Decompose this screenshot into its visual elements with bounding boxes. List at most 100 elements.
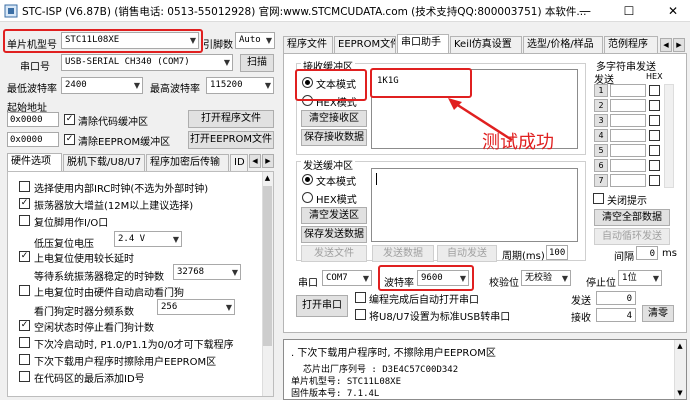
tab-serial-assistant[interactable]: 串口助手	[397, 34, 449, 54]
open-port-button[interactable]: 打开串口	[296, 295, 348, 317]
tab-program-file[interactable]: 程序文件	[283, 36, 333, 54]
reset-voltage-select[interactable]: 2.4 V ▼	[114, 231, 182, 247]
clear-send-button[interactable]: 清空发送区	[301, 207, 367, 224]
multi-send-row-hex-checkbox[interactable]	[649, 160, 660, 171]
multi-send-row-button[interactable]: 2	[594, 99, 608, 112]
multi-send-row-button[interactable]: 7	[594, 174, 608, 187]
stop-bits-select[interactable]: 1位 ▼	[618, 270, 662, 286]
option-internal-irc-checkbox[interactable]	[19, 181, 30, 192]
multi-send-row-input[interactable]	[610, 144, 646, 157]
right-tab-scroll-left-icon[interactable]: ◀	[660, 38, 672, 52]
eeprom-start-address-input[interactable]: 0x0000	[7, 132, 59, 147]
serial-port-select[interactable]: USB-SERIAL CH340 (COM7) ▼	[61, 54, 233, 71]
tab-encrypted-transfer[interactable]: 程序加密后传输	[146, 154, 229, 172]
tab-offline-download[interactable]: 脱机下载/U8/U7	[63, 154, 145, 172]
multi-send-row-input[interactable]	[610, 114, 646, 127]
option-idle-stop-watchdog-checkbox[interactable]: ✓	[19, 320, 30, 331]
multi-send-row-hex-checkbox[interactable]	[649, 145, 660, 156]
save-receive-button[interactable]: 保存接收数据	[301, 129, 367, 146]
maximize-button[interactable]: ☐	[614, 0, 644, 22]
scroll-up-icon[interactable]: ▲	[263, 174, 272, 183]
multi-send-row-hex-checkbox[interactable]	[649, 100, 660, 111]
parity-select[interactable]: 无校验 ▼	[521, 270, 571, 286]
option-long-delay-checkbox[interactable]: ✓	[19, 251, 30, 262]
clear-receive-button[interactable]: 清空接收区	[301, 110, 367, 127]
tab-scroll-right-icon[interactable]: ▶	[262, 154, 274, 168]
log-scroll-up-icon[interactable]: ▲	[675, 342, 685, 351]
send-hex-mode-radio[interactable]	[302, 192, 313, 203]
option-idle-stop-watchdog-label: 空闲状态时停止看门狗计数	[34, 323, 154, 334]
send-text-mode-radio[interactable]	[302, 174, 313, 185]
multi-send-row-input[interactable]	[610, 129, 646, 142]
interval-input[interactable]: 0	[636, 246, 658, 260]
option-osc-gain-checkbox[interactable]: ✓	[19, 198, 30, 209]
recv-mode-highlight-box	[295, 69, 367, 101]
chevron-down-icon: ▼	[133, 81, 140, 90]
auto-open-port-checkbox[interactable]	[355, 292, 366, 303]
scan-button[interactable]: 扫描	[240, 54, 274, 72]
multi-send-row-button[interactable]: 1	[594, 84, 608, 97]
close-tip-checkbox[interactable]	[593, 193, 604, 204]
multi-send-row-input[interactable]	[610, 84, 646, 97]
com-port-select[interactable]: COM7 ▼	[322, 270, 372, 286]
option-add-id-label: 在代码区的最后添加ID号	[34, 374, 145, 385]
multi-send-row-hex-checkbox[interactable]	[649, 175, 660, 186]
code-start-address-input[interactable]: 0x0000	[7, 112, 59, 127]
tab-scroll-left-icon[interactable]: ◀	[249, 154, 261, 168]
period-label: 周期(ms)	[502, 251, 545, 262]
option-add-id-checkbox[interactable]	[19, 371, 30, 382]
auto-loop-send-button[interactable]: 自动循环发送	[594, 228, 670, 245]
tab-id[interactable]: ID	[230, 154, 248, 172]
multi-send-row-button[interactable]: 5	[594, 144, 608, 157]
osc-wait-cycles-select[interactable]: 32768 ▼	[173, 264, 241, 280]
right-tab-scroll-right-icon[interactable]: ▶	[673, 38, 685, 52]
option-erase-eeprom-checkbox[interactable]	[19, 354, 30, 365]
send-file-button[interactable]: 发送文件	[301, 245, 367, 262]
multi-send-row-hex-checkbox[interactable]	[649, 85, 660, 96]
auto-open-port-label: 编程完成后自动打开串口	[369, 295, 479, 306]
mcu-highlight-box	[3, 29, 203, 53]
tab-hardware-options[interactable]: 硬件选项	[7, 153, 62, 172]
option-cold-start-checkbox[interactable]	[19, 337, 30, 348]
multi-send-row-button[interactable]: 3	[594, 114, 608, 127]
min-baud-label: 最低波特率	[7, 84, 57, 95]
usb-serial-checkbox[interactable]	[355, 309, 366, 320]
max-baud-select[interactable]: 115200 ▼	[206, 77, 274, 94]
clear-code-buffer-checkbox[interactable]: ✓	[64, 114, 75, 125]
text-cursor	[376, 173, 377, 185]
clear-eeprom-buffer-checkbox[interactable]: ✓	[64, 134, 75, 145]
multi-send-row-input[interactable]	[610, 159, 646, 172]
log-scroll-down-icon[interactable]: ▼	[675, 389, 685, 398]
option-reset-io-checkbox[interactable]	[19, 215, 30, 226]
tab-eeprom-file[interactable]: EEPROM文件	[334, 36, 396, 54]
tab-keil-settings[interactable]: Keil仿真设置	[450, 36, 522, 54]
multi-send-row-input[interactable]	[610, 174, 646, 187]
save-send-button[interactable]: 保存发送数据	[301, 226, 367, 243]
clear-all-data-button[interactable]: 清空全部数据	[594, 209, 670, 226]
multi-send-row-hex-checkbox[interactable]	[649, 115, 660, 126]
min-baud-select[interactable]: 2400 ▼	[61, 77, 143, 94]
minimize-button[interactable]: —	[570, 0, 600, 22]
send-text-mode-label: 文本模式	[316, 177, 356, 188]
open-program-file-button[interactable]: 打开程序文件	[188, 110, 274, 128]
multi-send-row-button[interactable]: 6	[594, 159, 608, 172]
receive-highlight-box	[370, 68, 472, 98]
scrollbar-thumb[interactable]	[263, 186, 272, 346]
period-input[interactable]: 100	[546, 245, 568, 260]
tab-examples[interactable]: 范例程序	[604, 36, 658, 54]
auto-send-button[interactable]: 自动发送	[437, 245, 497, 262]
multi-send-row-hex-checkbox[interactable]	[649, 130, 660, 141]
option-hw-watchdog-checkbox[interactable]	[19, 285, 30, 296]
open-eeprom-file-button[interactable]: 打开EEPROM文件	[188, 131, 274, 149]
multi-send-scrollbar[interactable]	[664, 84, 674, 188]
multi-send-row-button[interactable]: 4	[594, 129, 608, 142]
tab-selection-price[interactable]: 选型/价格/样品	[523, 36, 603, 54]
close-button[interactable]: ✕	[658, 0, 688, 22]
clear-count-button[interactable]: 清零	[642, 305, 674, 322]
send-textarea[interactable]	[371, 168, 578, 242]
pin-count-select[interactable]: Auto ▼	[235, 32, 275, 49]
send-count-label: 发送	[571, 296, 591, 307]
watchdog-divider-select[interactable]: 256 ▼	[157, 299, 235, 315]
send-data-button[interactable]: 发送数据	[372, 245, 434, 262]
multi-send-row-input[interactable]	[610, 99, 646, 112]
